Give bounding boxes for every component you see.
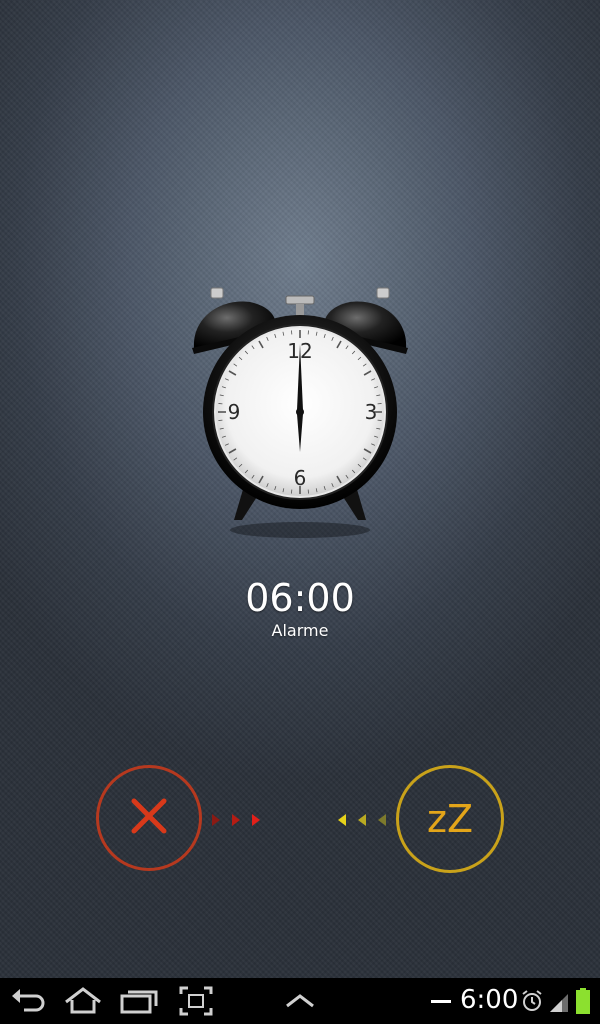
close-x-icon <box>129 796 169 840</box>
alarm-time: 06:00 <box>245 576 355 620</box>
dismiss-swipe-arrows <box>210 810 264 830</box>
alarm-label: Alarme <box>271 621 329 640</box>
snooze-label: zZ <box>427 797 473 841</box>
alarm-clock-illustration: 12 3 6 9 <box>180 278 420 548</box>
clock-shadow <box>230 522 370 538</box>
dismiss-button[interactable] <box>96 765 202 871</box>
home-icon[interactable] <box>62 984 104 1018</box>
clock-number-3: 3 <box>365 400 378 424</box>
alarm-screen: 12 3 6 9 06:00 Alarme <box>0 0 600 1024</box>
snooze-button[interactable]: zZ <box>396 765 504 873</box>
back-icon[interactable] <box>10 984 46 1018</box>
status-bar-time: 6:00 <box>460 985 519 1015</box>
clock-handle <box>285 295 315 305</box>
clock-number-9: 9 <box>228 400 241 424</box>
clock-number-6: 6 <box>294 466 307 490</box>
minus-icon <box>430 984 452 1018</box>
recent-apps-icon[interactable] <box>120 984 160 1018</box>
screenshot-icon[interactable] <box>178 984 214 1018</box>
signal-icon <box>548 984 570 1018</box>
battery-icon <box>574 984 592 1018</box>
chevron-up-icon[interactable] <box>283 984 317 1018</box>
clock-center-pin <box>296 408 304 416</box>
alarm-clock-icon <box>520 984 544 1018</box>
snooze-swipe-arrows <box>336 810 390 830</box>
